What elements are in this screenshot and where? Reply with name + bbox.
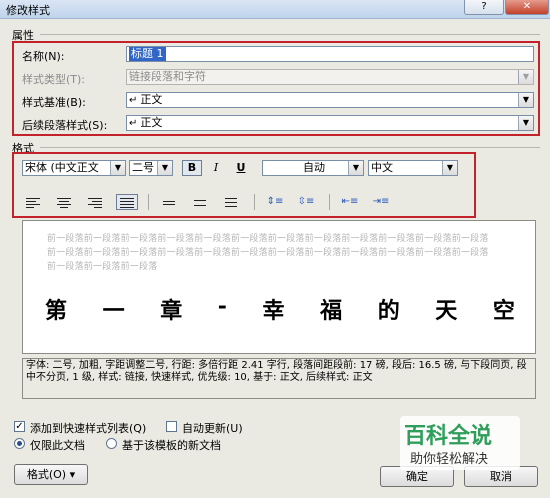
heading-char: - [217, 293, 227, 319]
radio-selected-dot [17, 441, 22, 446]
based-on-label: 样式基准(B): [22, 96, 86, 109]
previous-paragraph-line: 前一段落前一段落前一段落前一段落前一段落前一段落前一段落前一段落前一段落前一段落… [47, 248, 489, 258]
one-half-spacing-icon [193, 198, 207, 208]
justify-icon [120, 198, 134, 208]
style-preview: 前一段落前一段落前一段落前一段落前一段落前一段落前一段落前一段落前一段落前一段落… [22, 220, 536, 354]
auto-update-label: 自动更新(U) [182, 422, 243, 435]
align-right-button[interactable] [84, 194, 106, 210]
font-color-select[interactable]: 自动 ▼ [262, 160, 364, 176]
font-color-value: 自动 [303, 161, 325, 174]
new-documents-label: 基于该模板的新文档 [122, 439, 221, 452]
style-description: 字体: 二号, 加粗, 字距调整二号, 行距: 多倍行距 2.41 字行, 段落… [22, 358, 536, 399]
window-title: 修改样式 [6, 4, 50, 17]
align-center-icon [57, 198, 71, 208]
underline-button[interactable]: U [232, 160, 250, 176]
font-size-value: 二号 [132, 161, 154, 174]
heading-char: 福 [320, 298, 343, 324]
heading-char: 章 [160, 298, 183, 324]
language-value: 中文 [371, 161, 393, 174]
only-this-document-label: 仅限此文档 [30, 439, 85, 452]
heading-char: 空 [492, 298, 515, 324]
auto-update-checkbox[interactable] [166, 421, 177, 432]
chevron-down-icon[interactable]: ▼ [518, 93, 533, 107]
toolbar-separator [148, 194, 149, 210]
based-on-select[interactable]: ↵ 正文 ▼ [126, 92, 534, 108]
chevron-down-icon[interactable]: ▼ [157, 161, 172, 175]
name-value: 标题 1 [129, 47, 166, 61]
chevron-down-icon[interactable]: ▼ [348, 161, 363, 175]
previous-paragraph-line: 前一段落前一段落前一段落前一段落前一段落前一段落前一段落前一段落前一段落前一段落… [47, 234, 489, 244]
properties-divider [40, 34, 540, 35]
close-button[interactable]: ✕ [505, 0, 549, 15]
single-spacing-icon [162, 198, 176, 208]
paragraph-return-icon: ↵ [129, 118, 138, 129]
heading-char: 的 [377, 298, 400, 324]
following-style-value: 正文 [140, 116, 163, 129]
align-right-icon [88, 198, 102, 208]
align-left-button[interactable] [22, 194, 44, 210]
chevron-down-icon[interactable]: ▼ [110, 161, 125, 175]
format-menu-button[interactable]: 格式(O) ▾ [14, 464, 88, 485]
following-style-select[interactable]: ↵ 正文 ▼ [126, 115, 534, 131]
title-bar: 修改样式 ? ✕ [0, 0, 550, 19]
toolbar-separator [329, 194, 330, 210]
double-spacing-icon [224, 198, 238, 208]
single-spacing-button[interactable] [158, 194, 180, 210]
outdent-icon: ⇤≡ [341, 196, 359, 207]
font-size-select[interactable]: 二号 ▼ [129, 160, 173, 176]
help-button[interactable]: ? [464, 0, 504, 15]
add-to-quick-styles-label: 添加到快速样式列表(Q) [30, 422, 147, 435]
name-field[interactable]: 标题 1 [126, 46, 534, 62]
chevron-down-icon: ▼ [518, 70, 533, 84]
style-type-value: 链接段落和字符 [129, 70, 206, 83]
heading-char: 天 [435, 298, 458, 324]
based-on-value: 正文 [140, 93, 163, 106]
font-value: 宋体 (中文正文 [25, 161, 99, 174]
decrease-indent-button[interactable]: ⇤≡ [339, 194, 361, 210]
format-divider [40, 147, 540, 148]
align-center-button[interactable] [53, 194, 75, 210]
spacing-down-icon: ⇳≡ [297, 196, 315, 207]
align-left-icon [26, 198, 40, 208]
add-to-quick-styles-checkbox[interactable]: ✓ [14, 421, 25, 432]
increase-paragraph-spacing-button[interactable]: ⇕≡ [264, 194, 286, 210]
heading-char: 第 [45, 298, 68, 324]
new-documents-radio[interactable] [106, 438, 117, 449]
heading-char: 一 [102, 298, 125, 324]
checkmark-icon: ✓ [15, 421, 24, 432]
watermark-title: 百科全说 [404, 424, 493, 449]
paragraph-return-icon: ↵ [129, 95, 138, 106]
style-type-label: 样式类型(T): [22, 73, 86, 86]
one-half-spacing-button[interactable] [189, 194, 211, 210]
chevron-down-icon[interactable]: ▼ [518, 116, 533, 130]
bold-button[interactable]: B [182, 160, 202, 176]
increase-indent-button[interactable]: ⇥≡ [370, 194, 392, 210]
decrease-paragraph-spacing-button[interactable]: ⇳≡ [295, 194, 317, 210]
language-select[interactable]: 中文 ▼ [368, 160, 458, 176]
chevron-down-icon[interactable]: ▼ [442, 161, 457, 175]
font-select[interactable]: 宋体 (中文正文 ▼ [22, 160, 126, 176]
spacing-up-icon: ⇕≡ [266, 196, 284, 207]
only-this-document-radio[interactable] [14, 438, 25, 449]
indent-icon: ⇥≡ [372, 196, 390, 207]
toolbar-separator [254, 194, 255, 210]
previous-paragraph-line: 前一段落前一段落前一段落 [47, 262, 158, 272]
name-label: 名称(N): [22, 50, 65, 63]
watermark-subtitle: 助你轻松解决 [410, 452, 489, 467]
following-style-label: 后续段落样式(S): [22, 119, 108, 132]
heading-preview-text: 第 一 章 - 幸 福 的 天 空 [45, 293, 515, 325]
justify-button[interactable] [116, 194, 138, 210]
italic-button[interactable]: I [207, 160, 225, 176]
watermark-logo: 百科全说 助你轻松解决 [400, 416, 520, 470]
double-spacing-button[interactable] [220, 194, 242, 210]
heading-char: 幸 [262, 298, 285, 324]
style-type-select: 链接段落和字符 ▼ [126, 69, 534, 85]
